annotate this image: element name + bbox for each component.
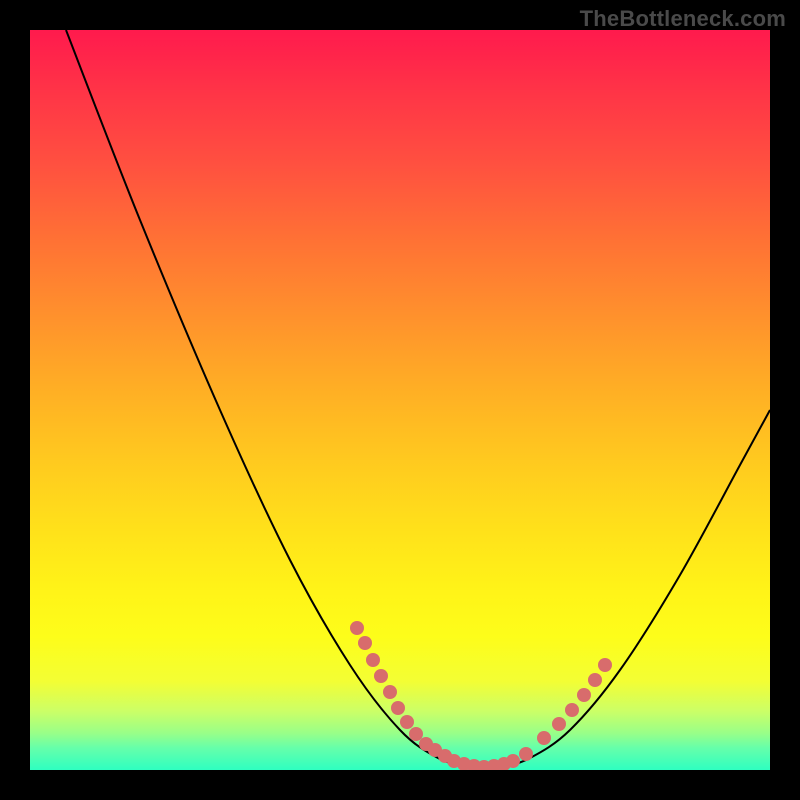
marker-dot <box>358 636 372 650</box>
marker-dot <box>374 669 388 683</box>
marker-dot <box>588 673 602 687</box>
marker-dot <box>537 731 551 745</box>
bottleneck-curve <box>66 30 770 768</box>
marker-dot <box>366 653 380 667</box>
marker-dot <box>350 621 364 635</box>
marker-dot <box>598 658 612 672</box>
marker-dot <box>400 715 414 729</box>
marker-dot <box>391 701 405 715</box>
marker-dot <box>383 685 397 699</box>
marker-dot <box>577 688 591 702</box>
marker-group <box>350 621 612 770</box>
watermark-text: TheBottleneck.com <box>580 6 786 32</box>
marker-dot <box>552 717 566 731</box>
marker-dot <box>519 747 533 761</box>
chart-plot-area <box>30 30 770 770</box>
marker-dot <box>409 727 423 741</box>
chart-svg <box>30 30 770 770</box>
marker-dot <box>506 754 520 768</box>
marker-dot <box>565 703 579 717</box>
